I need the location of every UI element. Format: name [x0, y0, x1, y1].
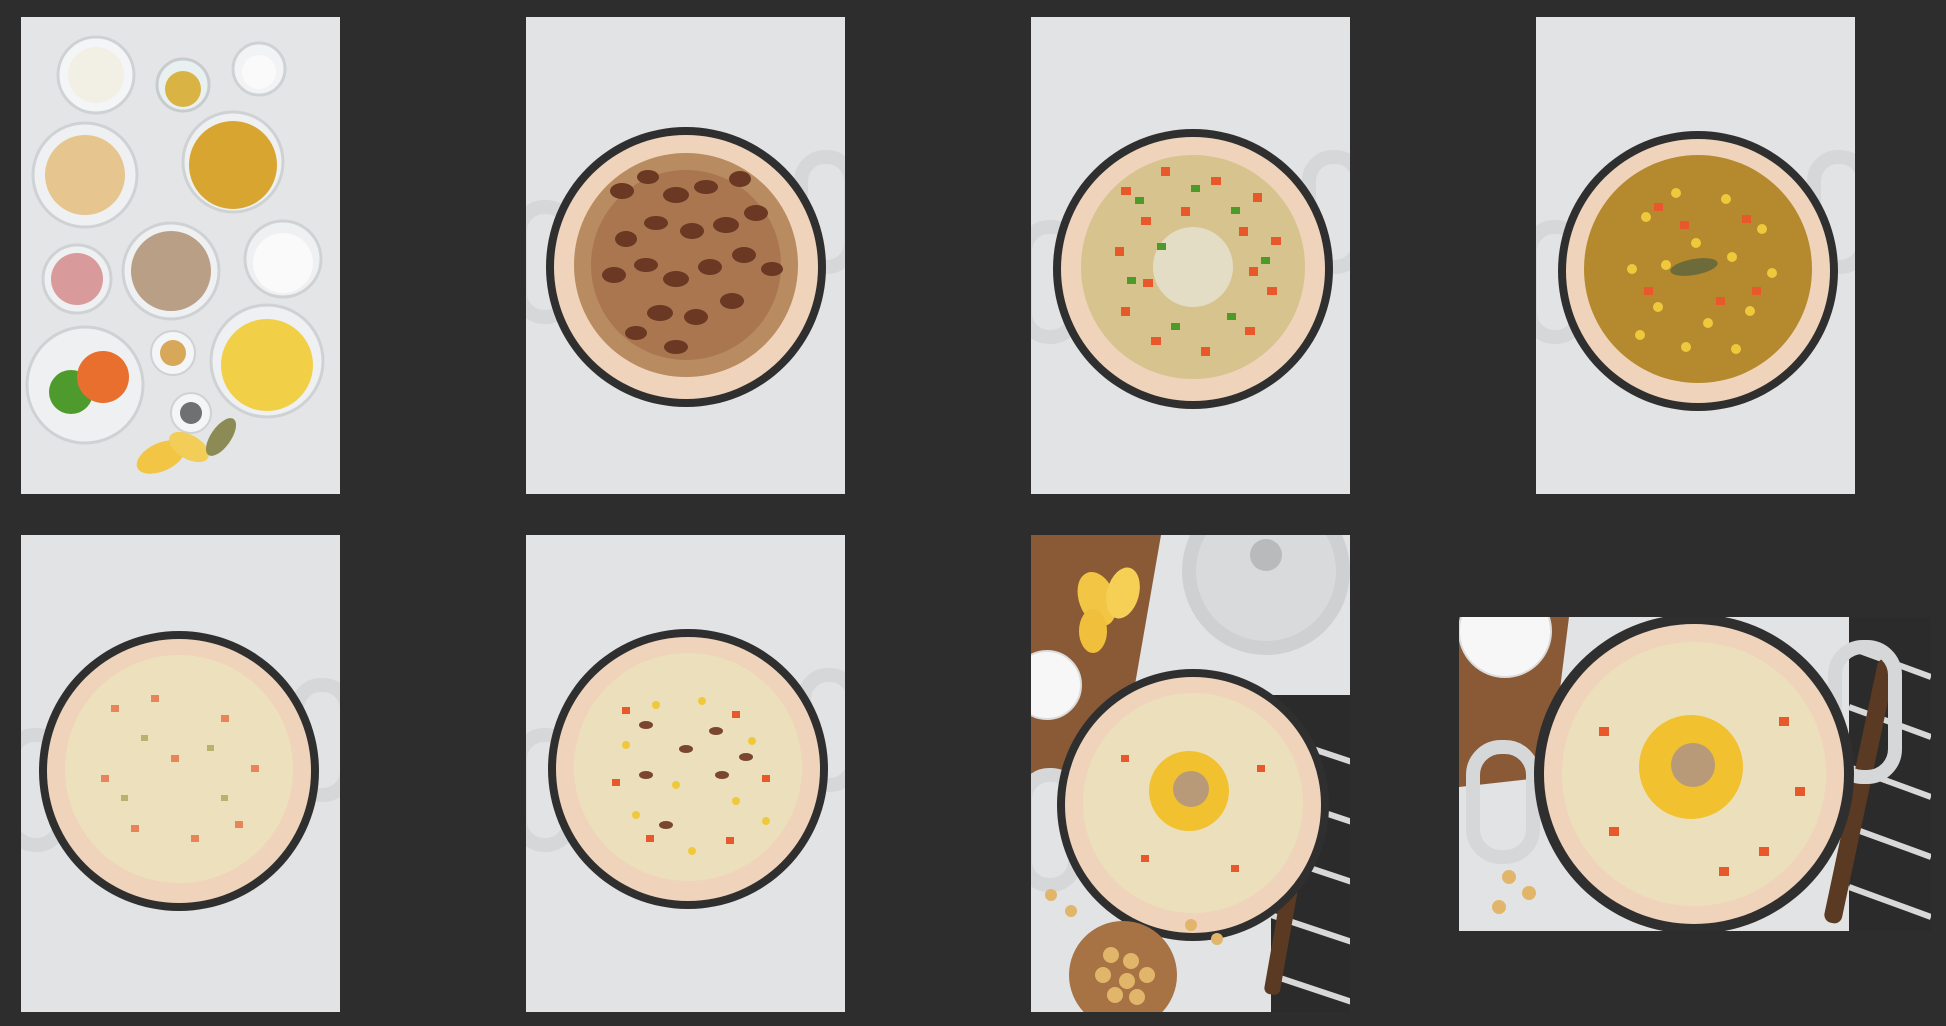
photo-ingredients[interactable]: [21, 17, 340, 494]
photo-chowder-close-up[interactable]: [1459, 617, 1931, 931]
soup-bacon-corn-image: [526, 535, 845, 1012]
chowder-close-up-image: [1459, 617, 1931, 931]
photo-styled-chowder[interactable]: [1031, 535, 1350, 1012]
photo-soup-bacon-corn-in-pot[interactable]: [526, 535, 845, 1012]
photo-broth-in-pot[interactable]: [1536, 17, 1855, 494]
photo-creamy-soup-in-pot[interactable]: [21, 535, 340, 1012]
bacon-pot-image: [526, 17, 845, 494]
vegetables-pot-image: [1031, 17, 1350, 494]
ingredients-image: [21, 17, 340, 494]
styled-chowder-image: [1031, 535, 1350, 1012]
photo-gallery: [0, 0, 1946, 1026]
broth-pot-image: [1536, 17, 1855, 494]
creamy-soup-image: [21, 535, 340, 1012]
photo-vegetables-in-pot[interactable]: [1031, 17, 1350, 494]
photo-bacon-in-pot[interactable]: [526, 17, 845, 494]
